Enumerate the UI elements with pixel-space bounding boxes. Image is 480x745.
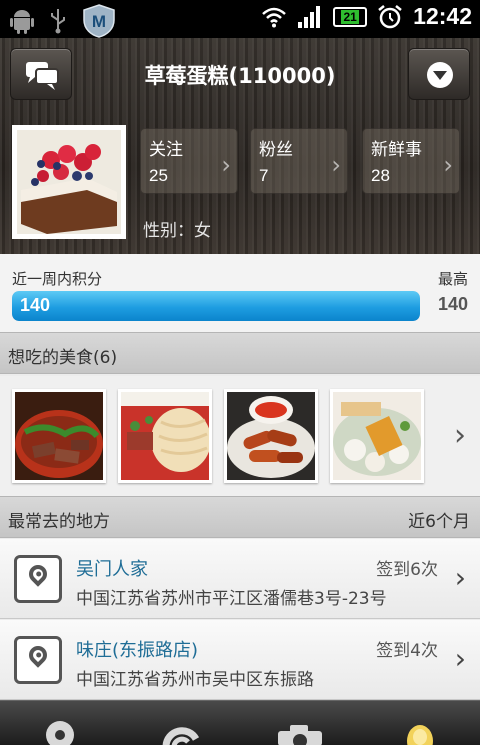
profile-header: 草莓蛋糕(110000) 关注 25 › 粉丝 7 › 新鲜事 28 › 性别：… [0,38,480,254]
food-thumbnail[interactable] [224,389,318,483]
alarm-icon [378,4,402,28]
place-item[interactable]: 吴门人家 签到6次 中国江苏省苏州市平江区潘儒巷3号-23号 › [0,539,480,619]
bottom-tab-bar [0,700,480,745]
shield-m-icon: M [83,4,115,38]
messages-button[interactable] [10,48,72,100]
max-score-value: 140 [437,294,468,314]
score-progress-fill [12,291,420,321]
chevron-right-icon: › [443,151,453,179]
status-bar: M 21 12:42 [0,0,480,38]
swirl-tab-icon[interactable] [150,709,210,745]
chevron-right-icon: › [221,151,231,179]
gender-text: 性别：女 [143,221,211,241]
chat-bubbles-icon [26,62,59,90]
svg-text:M: M [92,12,106,31]
place-address: 中国江苏省苏州市平江区潘儒巷3号-23号 [76,589,387,609]
location-pin-icon [14,636,62,684]
places-section-header: 最常去的地方 近6个月 [0,496,480,538]
avatar[interactable] [12,125,126,239]
stat-updates[interactable]: 新鲜事 28 › [362,128,460,194]
chevron-right-icon: › [454,561,466,594]
signal-icon [298,5,321,28]
stat-label: 粉丝 [259,140,293,160]
place-name: 味庄(东振路店) [76,640,199,661]
usb-icon [51,9,65,34]
stat-following[interactable]: 关注 25 › [140,128,238,194]
android-icon [10,10,34,34]
camera-tab-icon[interactable] [270,709,330,745]
food-gallery: › [0,376,480,496]
stat-label: 新鲜事 [371,140,422,160]
bulb-tab-icon[interactable] [390,709,450,745]
clock-time: 12:42 [413,3,472,29]
place-address: 中国江苏省苏州市吴中区东振路 [76,670,314,690]
foods-section-header[interactable]: 想吃的美食(6) [0,332,480,374]
place-item[interactable]: 味庄(东振路店) 签到4次 中国江苏省苏州市吴中区东振路 › [0,620,480,700]
stat-followers[interactable]: 粉丝 7 › [250,128,348,194]
chevron-right-icon: › [331,151,341,179]
stat-value: 25 [149,166,168,185]
battery-icon: 21 [333,6,368,27]
food-thumbnail[interactable] [118,389,212,483]
weekly-score-label: 近一周内积分 [12,270,103,288]
chevron-right-icon: › [454,642,466,675]
wifi-icon [262,7,287,27]
weekly-score-section: 近一周内积分 最高 140 140 [0,254,480,332]
stat-label: 关注 [149,140,183,160]
foods-title: 想吃的美食(6) [8,348,118,368]
location-pin-icon [14,555,62,603]
place-checkin-count: 签到6次 [376,560,438,580]
dropdown-circle-icon [427,62,453,88]
food-thumbnail[interactable] [330,389,424,483]
score-progress-bar: 140 [12,291,420,321]
page-title: 草莓蛋糕(110000) [144,64,336,88]
stat-value: 28 [371,166,390,185]
food-thumbnail[interactable] [12,389,106,483]
place-checkin-count: 签到4次 [376,641,438,661]
avatar-image [17,130,121,234]
places-period: 近6个月 [408,512,470,532]
score-value: 140 [20,295,51,315]
menu-dropdown-button[interactable] [408,48,470,100]
stat-value: 7 [259,166,269,185]
pin-tab-icon[interactable] [30,709,90,745]
place-name: 吴门人家 [76,559,148,580]
places-title: 最常去的地方 [8,512,110,532]
chevron-right-icon[interactable]: › [454,418,466,453]
max-score-label: 最高 [437,270,468,288]
